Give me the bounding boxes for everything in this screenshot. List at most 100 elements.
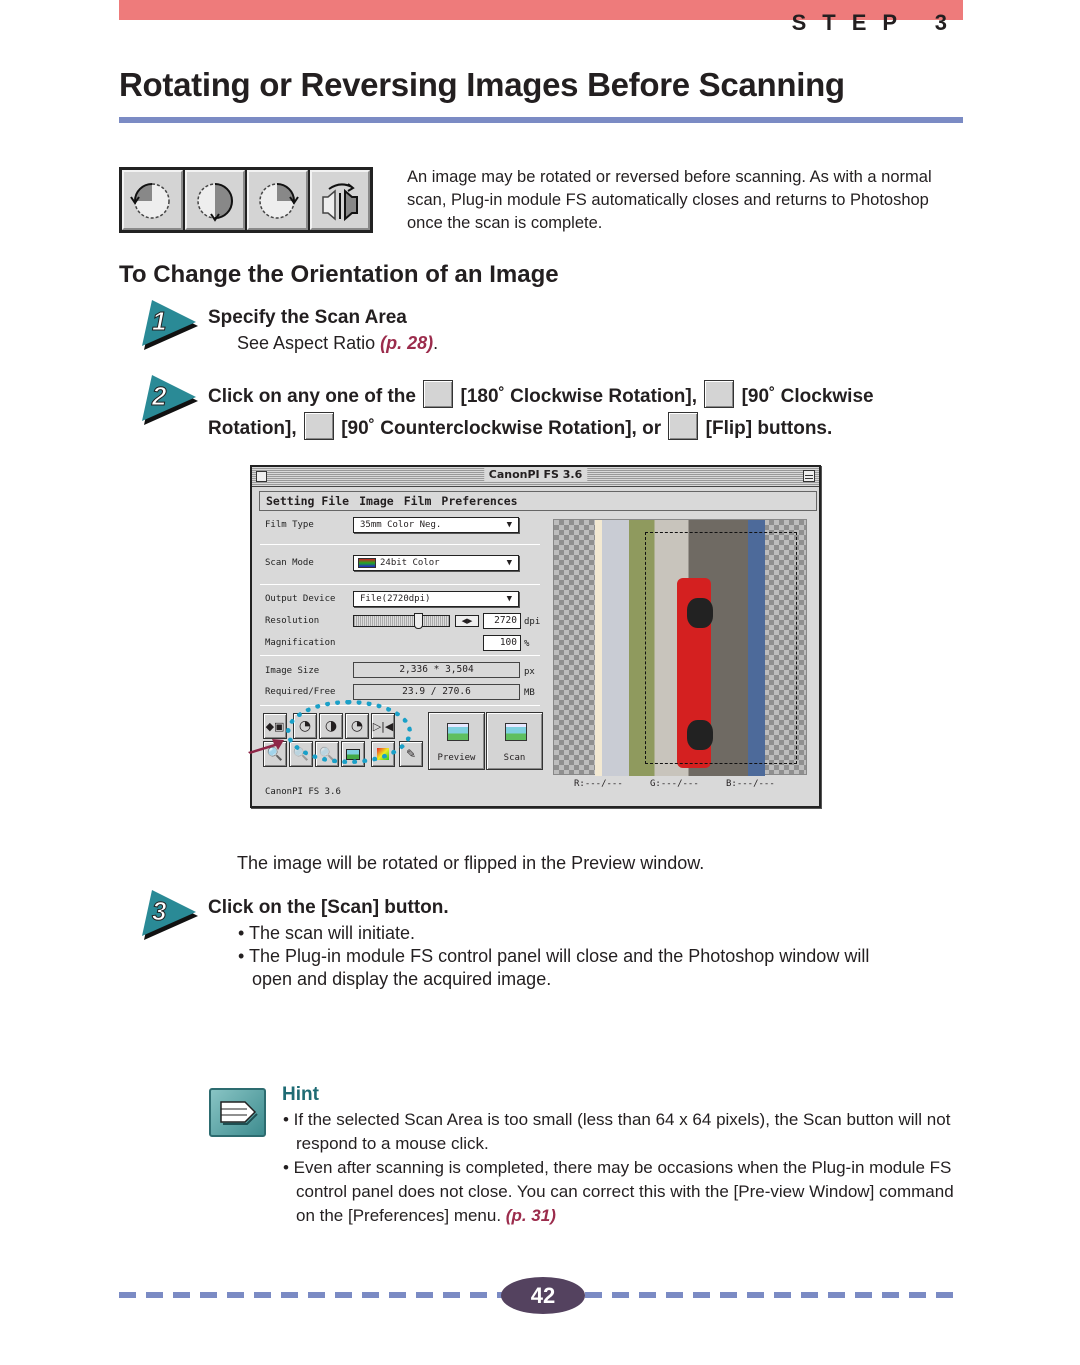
hint-icon (209, 1088, 266, 1137)
flip-button[interactable] (309, 170, 370, 230)
menu-image[interactable]: Image (359, 494, 394, 508)
intro-text: An image may be rotated or reversed befo… (407, 168, 932, 232)
preview-icon (447, 723, 469, 741)
window-title: CanonPI FS 3.6 (483, 468, 588, 481)
section-heading: To Change the Orientation of an Image (119, 261, 559, 288)
menu-preferences[interactable]: Preferences (441, 494, 517, 508)
footer-rule-left (119, 1292, 503, 1298)
rotate-ccw-90-button[interactable] (122, 170, 183, 230)
eyedropper-icon: ✎ (405, 747, 417, 761)
step-3-bullet-text: The Plug-in module FS control panel will… (248, 946, 870, 966)
resolution-stepper[interactable]: ◀▶ (455, 615, 479, 627)
step-3-bullet-text: The scan will initiate. (248, 923, 416, 943)
blue-readout: B:---/--- (726, 779, 775, 789)
scan-button-label: Scan (503, 753, 526, 763)
film-type-label: Film Type (265, 520, 314, 530)
step-1-page-link[interactable]: (p. 28) (380, 333, 433, 353)
hint-item: • If the selected Scan Area is too small… (283, 1110, 951, 1153)
divider (260, 705, 540, 706)
step-3-number: 3 (152, 896, 167, 926)
resolution-unit: dpi (524, 617, 541, 627)
scan-button[interactable]: Scan (486, 712, 543, 770)
step-1-body: See Aspect Ratio (p. 28). (237, 331, 438, 355)
step-2-text: Rotation], (208, 418, 302, 439)
rotate-cw-90-icon (259, 183, 300, 219)
step-3-badge: 3 (142, 890, 198, 940)
step-1-badge: 1 (142, 300, 198, 350)
menu-film[interactable]: Film (404, 494, 432, 508)
image-size-unit: px (524, 667, 535, 677)
inline-rotate-ccw-90-icon (303, 412, 334, 440)
color-mode-icon (358, 558, 376, 568)
film-type-select[interactable]: 35mm Color Neg. ▼ (353, 517, 519, 533)
step-2-text: [90˚ Clockwise (736, 386, 874, 407)
step-2-text: [180˚ Clockwise Rotation], (455, 386, 703, 407)
step-label: STEP 3 (791, 10, 963, 35)
step-2-text: [90˚ Counterclockwise Rotation], or (335, 418, 667, 439)
hint-title: Hint (282, 1084, 319, 1105)
inline-rotate-180-icon (423, 380, 454, 408)
green-readout: G:---/--- (650, 779, 699, 789)
resolution-label: Resolution (265, 616, 320, 626)
scan-mode-value: 24bit Color (380, 558, 440, 568)
window-menu-bar: Setting File Image Film Preferences (259, 491, 817, 511)
resolution-slider[interactable] (353, 613, 450, 629)
hint-item-text: • Even after scanning is completed, ther… (283, 1158, 954, 1225)
window-titlebar[interactable]: CanonPI FS 3.6 (252, 467, 819, 487)
scan-icon (505, 723, 527, 741)
callout-arrow-icon (248, 739, 284, 754)
dropdown-arrow-icon: ▼ (506, 520, 512, 530)
divider (260, 544, 540, 545)
divider (260, 655, 540, 656)
rotation-button-strip (119, 167, 373, 233)
step-2-text: [Flip] buttons. (700, 418, 833, 439)
slider-thumb[interactable] (414, 613, 423, 629)
rotate-180-button[interactable] (184, 170, 245, 230)
pencil-icon (220, 1101, 258, 1125)
scan-mode-label: Scan Mode (265, 558, 314, 568)
preview-button-label: Preview (437, 753, 476, 763)
resolution-field[interactable]: 2720 (483, 613, 521, 629)
step-2-number: 2 (151, 381, 167, 411)
step-3-bullet: • The scan will initiate. (238, 923, 416, 943)
step-1-number: 1 (152, 306, 166, 336)
required-free-unit: MB (524, 688, 535, 698)
required-free-value: 23.9 / 270.6 (353, 684, 520, 700)
dropdown-arrow-icon: ▼ (506, 594, 512, 604)
inline-rotate-cw-90-icon (704, 380, 735, 408)
step-1-body-suffix: . (433, 333, 439, 353)
eject-film-button[interactable]: ◆▣ (263, 713, 287, 739)
rotate-ccw-90-icon (130, 183, 170, 219)
menu-setting-file[interactable]: Setting File (266, 494, 349, 508)
inline-flip-icon (668, 412, 699, 440)
footer-rule-right (585, 1292, 963, 1298)
scan-area-marquee[interactable] (645, 532, 797, 764)
preview-button[interactable]: Preview (428, 712, 485, 770)
required-free-label: Required/Free (265, 687, 336, 697)
title-rule (119, 117, 963, 123)
hint-page-link[interactable]: (p. 31) (506, 1206, 556, 1225)
magnification-label: Magnification (265, 638, 336, 648)
output-device-select[interactable]: File(2720dpi) ▼ (353, 591, 519, 607)
step-2-heading: Click on any one of the [180˚ Clockwise … (208, 380, 948, 444)
eject-icon: ◆▣ (265, 719, 285, 733)
close-box-icon[interactable] (256, 471, 267, 482)
rotate-180-icon (197, 183, 233, 222)
preview-image (595, 520, 797, 776)
red-readout: R:---/--- (574, 779, 623, 789)
image-size-label: Image Size (265, 666, 320, 676)
magnification-unit: % (524, 639, 530, 649)
page-number: 42 (501, 1277, 585, 1314)
divider (260, 584, 540, 585)
magnification-field[interactable]: 100 (483, 635, 521, 651)
version-label: CanonPI FS 3.6 (265, 787, 341, 797)
preview-caption: The image will be rotated or flipped in … (237, 853, 705, 873)
highlight-callout (286, 700, 412, 764)
rotate-cw-90-button[interactable] (247, 170, 308, 230)
scan-mode-select[interactable]: 24bit Color ▼ (353, 555, 519, 571)
step-3-heading: Click on the [Scan] button. (208, 897, 449, 918)
step-3-bullet: • The Plug-in module FS control panel wi… (238, 946, 870, 966)
preview-area[interactable] (553, 519, 807, 776)
output-device-label: Output Device (265, 594, 336, 604)
collapse-box-icon[interactable] (803, 470, 815, 482)
